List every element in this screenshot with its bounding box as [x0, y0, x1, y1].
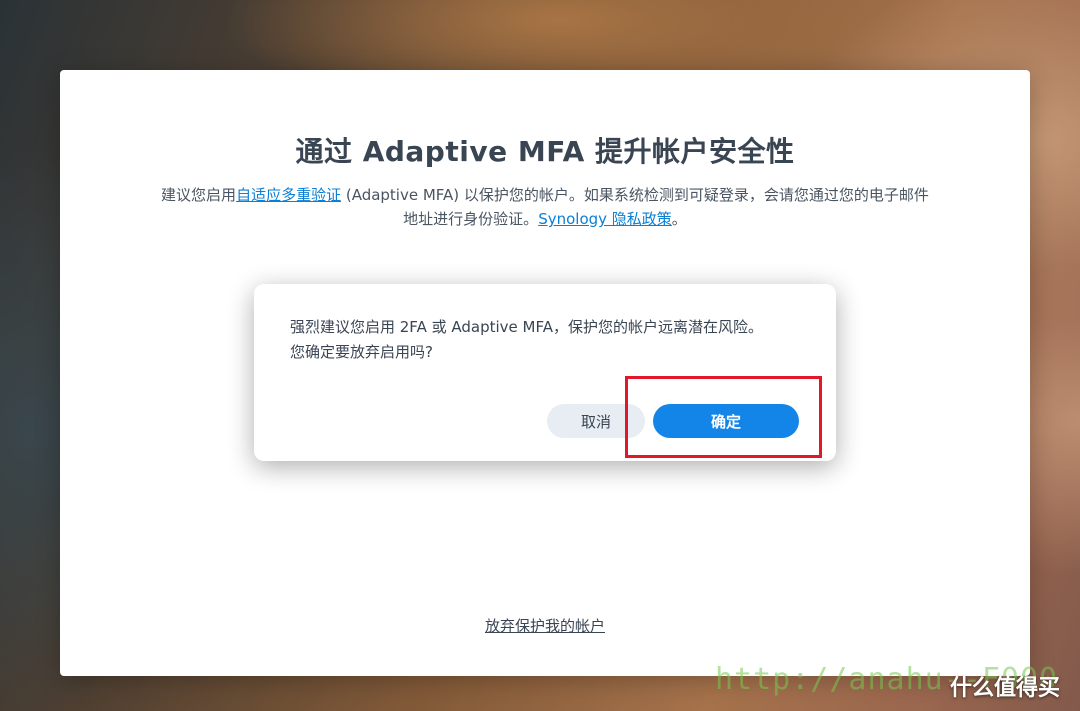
highlight-annotation-box — [625, 376, 822, 458]
dialog-message: 强烈建议您启用 2FA 或 Adaptive MFA，保护您的帐户远离潜在风险。… — [290, 315, 806, 365]
page-title: 通过 Adaptive MFA 提升帐户安全性 — [295, 135, 795, 168]
abandon-protection-container: 放弃保护我的帐户 — [60, 615, 1030, 636]
description-prefix: 建议您启用 — [161, 186, 237, 204]
dialog-message-line-2: 您确定要放弃启用吗? — [290, 343, 433, 361]
description-suffix: 。 — [671, 210, 687, 228]
privacy-policy-link[interactable]: Synology 隐私政策 — [538, 210, 672, 228]
brand-logo: 什么值得买 — [950, 676, 1061, 701]
dialog-message-line-1: 强烈建议您启用 2FA 或 Adaptive MFA，保护您的帐户远离潜在风险。 — [290, 318, 763, 336]
abandon-protection-link[interactable]: 放弃保护我的帐户 — [485, 617, 605, 635]
adaptive-mfa-link[interactable]: 自适应多重验证 — [236, 186, 341, 204]
wizard-description: 建议您启用自适应多重验证 (Adaptive MFA) 以保护您的帐户。如果系统… — [160, 183, 930, 231]
